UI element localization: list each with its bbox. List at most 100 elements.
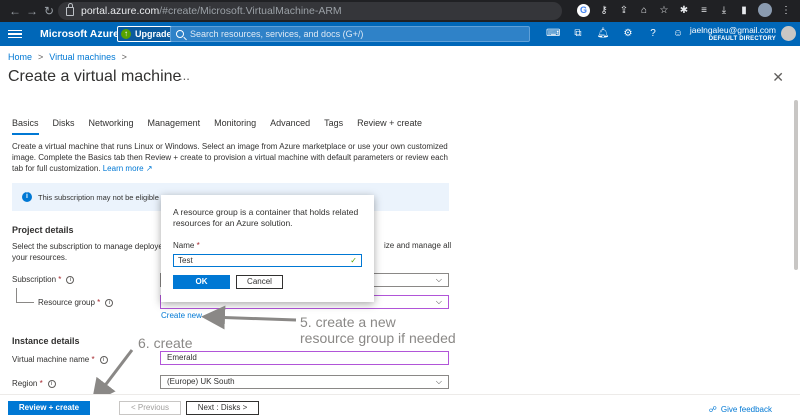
avatar[interactable]	[781, 26, 796, 41]
global-search-input[interactable]: Search resources, services, and docs (G+…	[170, 26, 530, 42]
vm-name-label-text: Virtual machine name	[12, 355, 90, 364]
sidepanel-icon[interactable]: ▮	[738, 5, 750, 16]
project-details-text-right: ize and manage all	[384, 241, 452, 250]
close-icon[interactable]: ✕	[772, 69, 784, 86]
region-select[interactable]: (Europe) UK South ⌵	[160, 375, 449, 389]
url-path: /#create/Microsoft.VirtualMachine-ARM	[159, 5, 342, 17]
description-text: Create a virtual machine that runs Linux…	[12, 142, 448, 173]
playlist-icon[interactable]: ≡	[698, 5, 710, 16]
annotation-step5: 5. create a new resource group if needed	[300, 314, 456, 346]
breadcrumb-separator: >	[121, 52, 127, 62]
url-host: portal.azure.com	[81, 5, 160, 17]
hamburger-menu-icon[interactable]	[8, 28, 22, 41]
gear-icon[interactable]: ⚙	[621, 27, 635, 41]
checkmark-icon: ✓	[350, 256, 357, 265]
breadcrumb-separator: >	[38, 52, 44, 62]
project-details-line2: your resources.	[12, 253, 68, 262]
upgrade-icon: ↑	[121, 29, 131, 39]
profile-avatar[interactable]	[758, 3, 772, 17]
info-icon: i	[22, 192, 32, 202]
create-new-link[interactable]: Create new	[161, 311, 202, 320]
reload-icon[interactable]: ↻	[42, 4, 56, 18]
resource-group-name-input[interactable]: Test ✓	[173, 254, 362, 267]
menu-kebab-icon[interactable]: ⋮	[780, 5, 792, 16]
key-icon[interactable]: ⚷	[598, 5, 610, 16]
resource-group-label: Resource group * i	[38, 298, 114, 307]
tab-monitoring[interactable]: Monitoring	[214, 118, 256, 132]
project-details-line1: Select the subscription to manage deploy…	[12, 242, 168, 251]
ok-button[interactable]: OK	[173, 275, 230, 289]
breadcrumb-home[interactable]: Home	[8, 52, 32, 62]
tab-disks[interactable]: Disks	[53, 118, 75, 132]
extensions-icon[interactable]: ✱	[678, 5, 690, 16]
feedback-icon: ☍	[708, 405, 717, 414]
basics-description: Create a virtual machine that runs Linux…	[12, 141, 457, 174]
help-icon[interactable]: ?	[646, 27, 660, 41]
annotation-step6: 6. create	[138, 335, 193, 351]
tree-connector	[16, 288, 34, 303]
directory-filter-icon[interactable]: ⧉	[571, 27, 585, 41]
back-arrow-icon[interactable]: ←	[8, 4, 22, 18]
bookmark-icon[interactable]: ⌂	[638, 5, 650, 16]
tab-review-create[interactable]: Review + create	[357, 118, 422, 132]
vm-name-value: Emerald	[167, 353, 197, 362]
region-label-text: Region	[12, 379, 38, 388]
feedback-person-icon[interactable]: ☺	[671, 27, 685, 41]
google-icon[interactable]: G	[577, 3, 590, 17]
user-email: jaelngaleu@gmail.com	[689, 25, 776, 35]
page-title: Create a virtual machine	[8, 68, 182, 85]
vm-name-input[interactable]: Emerald	[160, 351, 449, 365]
create-resource-group-dialog: A resource group is a container that hol…	[161, 195, 374, 302]
learn-more-link[interactable]: Learn more	[103, 164, 144, 173]
external-link-icon: ↗	[145, 164, 153, 173]
resource-group-name-value: Test	[178, 256, 193, 265]
annotation-step5-line2: resource group if needed	[300, 330, 456, 346]
tab-advanced[interactable]: Advanced	[270, 118, 310, 132]
forward-arrow-icon[interactable]: →	[25, 4, 39, 18]
share-icon[interactable]: ⇪	[618, 5, 630, 16]
search-placeholder: Search resources, services, and docs (G+…	[190, 29, 364, 39]
info-icon[interactable]: i	[99, 355, 108, 364]
more-options-icon[interactable]: ...	[179, 68, 190, 83]
instance-details-heading: Instance details	[12, 336, 80, 346]
search-icon	[176, 30, 184, 38]
vm-name-label: Virtual machine name * i	[12, 355, 108, 364]
breadcrumb: Home > Virtual machines >	[8, 52, 127, 62]
address-bar[interactable]: portal.azure.com/#create/Microsoft.Virtu…	[58, 2, 562, 20]
dialog-description: A resource group is a container that hol…	[173, 207, 359, 228]
info-icon[interactable]: i	[66, 275, 75, 284]
chevron-down-icon: ⌵	[435, 297, 442, 306]
tab-basics[interactable]: Basics	[12, 118, 39, 135]
region-label: Region * i	[12, 379, 56, 388]
star-icon[interactable]: ☆	[658, 5, 670, 16]
next-disks-button[interactable]: Next : Disks >	[186, 401, 259, 415]
subscription-label: Subscription * i	[12, 275, 75, 284]
breadcrumb-virtual-machines[interactable]: Virtual machines	[49, 52, 115, 62]
browser-toolbar: ← → ↻ portal.azure.com/#create/Microsoft…	[0, 0, 800, 22]
cloud-shell-icon[interactable]: ⌨	[546, 27, 560, 41]
info-icon[interactable]: i	[105, 298, 114, 307]
cancel-button[interactable]: Cancel	[236, 275, 283, 289]
tab-networking[interactable]: Networking	[89, 118, 134, 132]
download-icon[interactable]: ⤓	[718, 5, 730, 16]
bell-icon[interactable]: 🔔︎	[596, 27, 610, 41]
azure-brand[interactable]: Microsoft Azure	[40, 28, 119, 40]
wizard-tabs: Basics Disks Networking Management Monit…	[12, 118, 436, 135]
chevron-down-icon: ⌵	[435, 377, 442, 386]
project-details-heading: Project details	[12, 225, 74, 235]
previous-button[interactable]: < Previous	[119, 401, 181, 415]
arrow-to-create-new	[201, 305, 297, 330]
info-banner-text: This subscription may not be eligible to	[38, 192, 168, 202]
tab-management[interactable]: Management	[148, 118, 201, 132]
lock-icon	[66, 2, 74, 16]
account-info[interactable]: jaelngaleu@gmail.com DEFAULT DIRECTORY	[690, 25, 776, 42]
user-directory: DEFAULT DIRECTORY	[708, 36, 776, 42]
dialog-name-label: Name *	[173, 241, 200, 250]
tab-tags[interactable]: Tags	[324, 118, 343, 132]
annotation-step5-line1: 5. create a new	[300, 314, 396, 330]
dialog-name-label-text: Name	[173, 241, 195, 250]
review-create-button[interactable]: Review + create	[8, 401, 90, 415]
give-feedback-link[interactable]: ☍ Give feedback	[709, 405, 772, 414]
info-icon[interactable]: i	[47, 379, 56, 388]
page-scrollbar[interactable]	[794, 100, 798, 270]
